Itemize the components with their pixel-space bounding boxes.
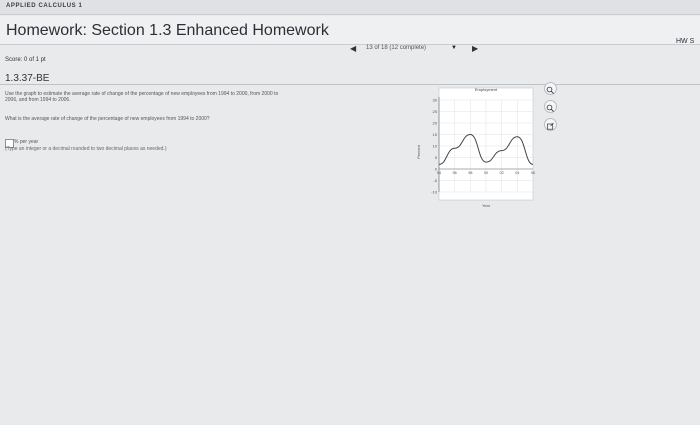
score-text: Score: 0 of 1 pt [5,57,46,63]
question-id: 1.3.37-BE [5,73,50,84]
y-tick-label: 5 [435,155,438,160]
question-prompt: What is the average rate of change of th… [5,116,210,122]
x-tick-label: 02 [500,171,504,175]
x-tick-label: 06 [531,171,535,175]
y-axis-label: Percent [416,144,421,159]
question-status: 13 of 18 (12 complete) [366,45,427,51]
hw-score-label: HW S [676,38,695,45]
y-tick-label: -5 [433,178,437,183]
zoom-out-icon[interactable] [544,100,557,113]
x-tick-label: 04 [515,171,519,175]
score-bar [0,57,700,68]
y-axis: -10-5051015202530 [431,97,440,195]
question-navigation: ◀ 13 of 18 (12 complete) ▼ ▶ [346,44,486,56]
employment-graph: Employment Percent Year -10 -5 0 5 10 15 20 25 3… [412,82,536,212]
answer-unit: % per year [14,139,39,145]
zoom-in-icon[interactable] [544,82,557,95]
question-dropdown-arrow-icon[interactable]: ▼ [451,45,457,51]
previous-question-button[interactable]: ◀ [350,44,356,53]
chart-title: Employment [475,87,498,92]
answer-hint: (Type an integer or a decimal rounded to… [5,146,167,152]
course-header-bar [0,0,700,15]
x-tick-label: 98 [468,171,472,175]
x-tick-label: 96 [453,171,457,175]
x-tick-label: 94 [437,171,441,175]
y-tick-label: 30 [433,98,438,103]
page-title: Homework: Section 1.3 Enhanced Homework [6,22,329,39]
y-tick-label: 10 [433,144,438,149]
next-question-button[interactable]: ▶ [472,44,478,53]
employment-chart: Employment Percent Year -10-505101520253… [416,87,535,208]
graph-tools [540,82,560,132]
x-axis-label: Year [482,203,491,208]
divider [0,84,700,85]
x-tick-label: 00 [484,171,488,175]
y-tick-label: -10 [431,190,438,195]
course-title: APPLIED CALCULUS 1 [6,3,83,9]
instruction-line-2: 2006, and from 1994 to 2006. [5,97,71,103]
y-tick-label: 20 [433,121,438,126]
y-tick-label: 15 [433,132,438,137]
popout-icon[interactable] [544,118,557,131]
y-tick-label: 25 [433,109,438,114]
